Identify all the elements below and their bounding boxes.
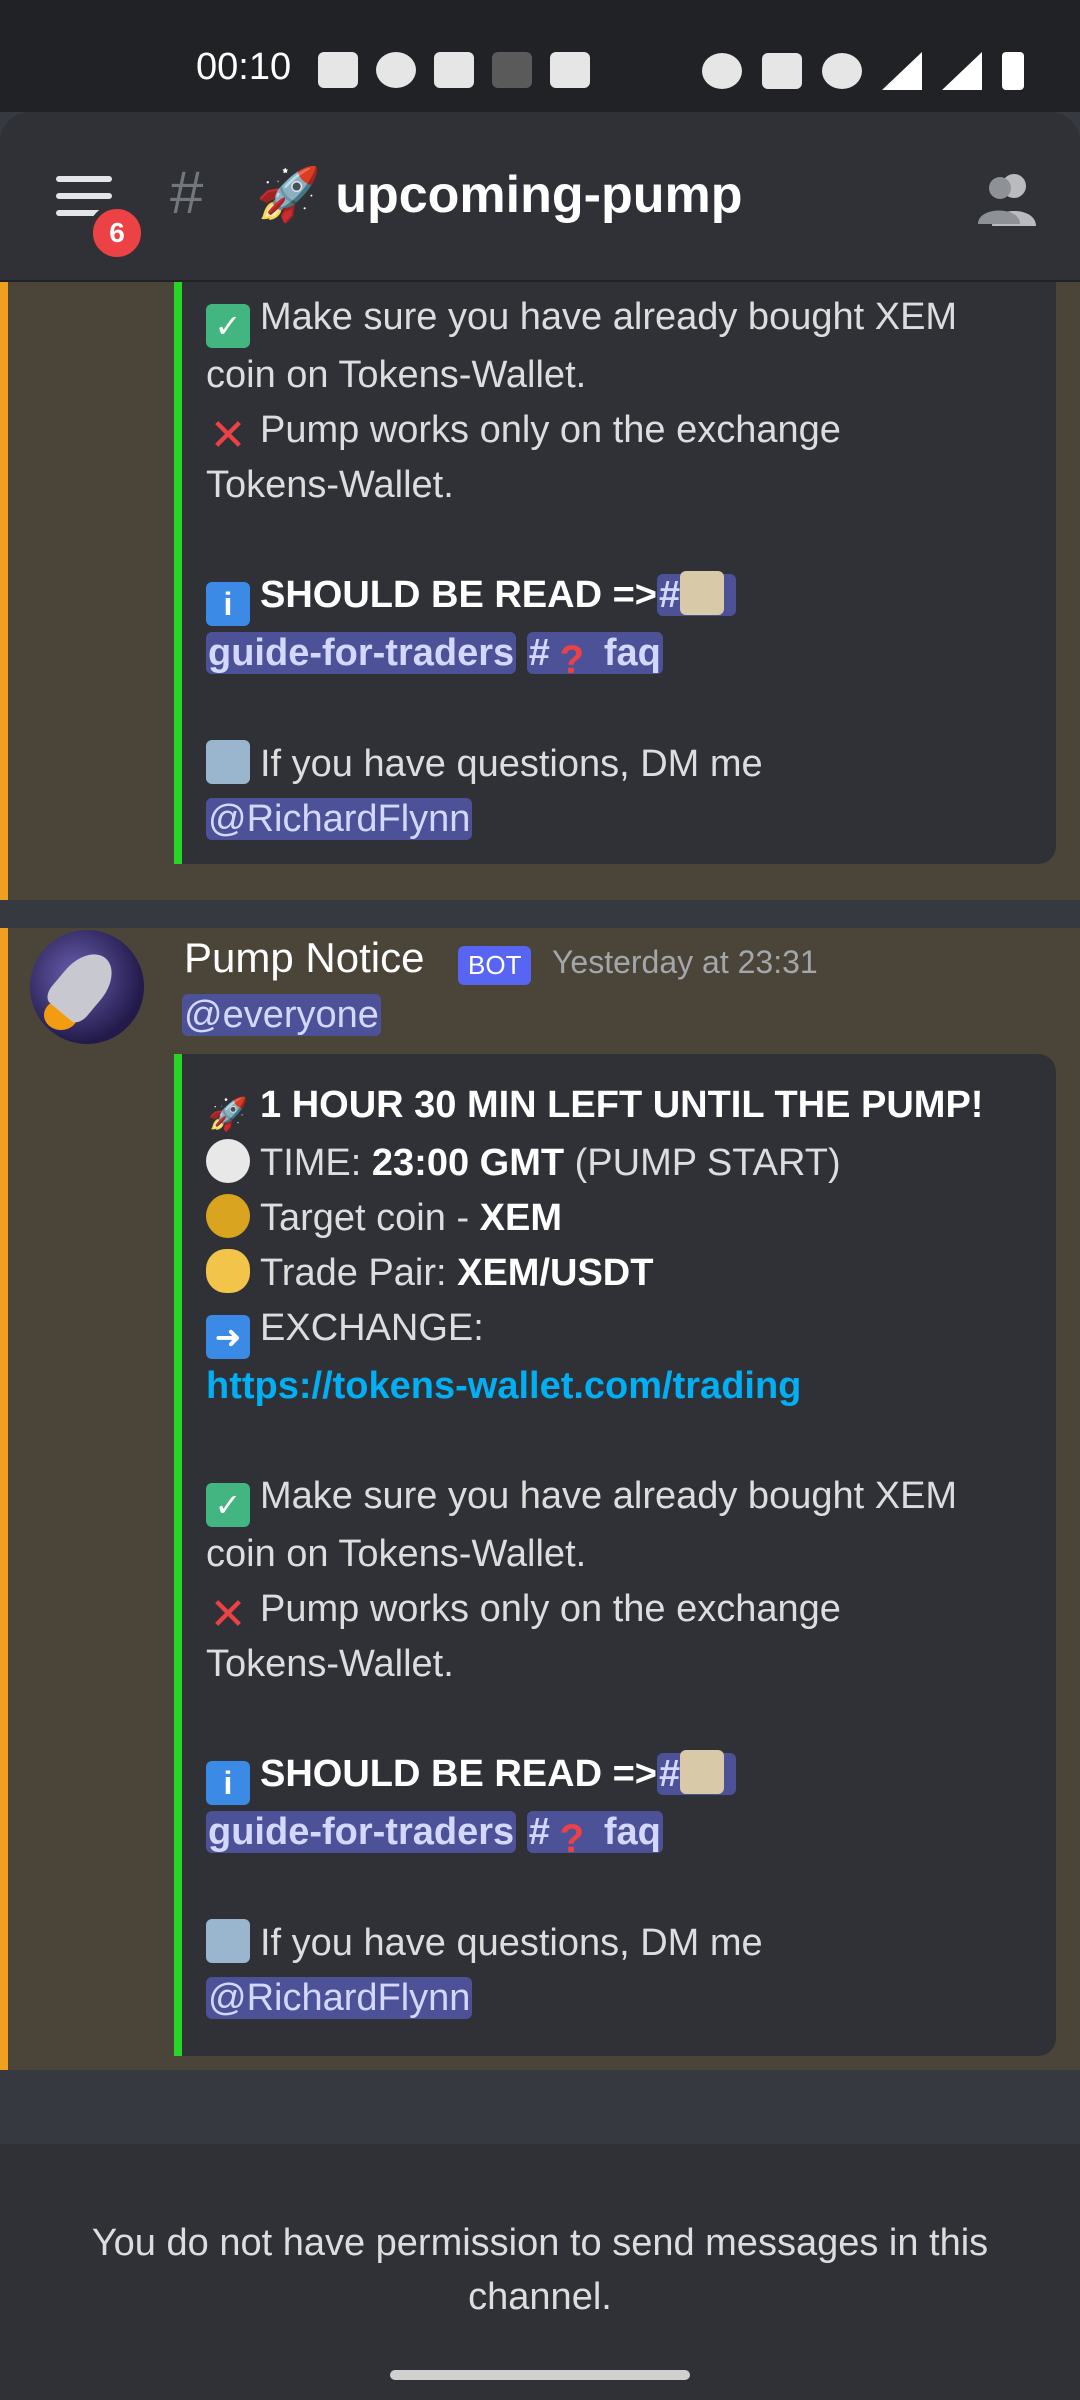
guide-channel-link[interactable]: guide-for-traders [206,1811,517,1853]
info-icon: i [206,582,250,626]
embed-line: ✕ Pump works only on the exchange [206,403,1032,458]
faq-channel-link[interactable]: #? faq [526,1811,663,1861]
embed-line: @RichardFlynn [206,792,1032,847]
username[interactable]: Pump Notice [184,934,424,982]
embed-line: @RichardFlynn [206,1971,1032,2026]
inbox-icon [206,740,250,784]
menu-icon-line [56,193,112,199]
members-icon[interactable] [976,170,1040,226]
twitter-icon [434,52,474,88]
embed-line: guide-for-traders #? faq [206,1805,1032,1861]
menu-icon-line [56,176,112,182]
home-indicator[interactable] [390,2370,690,2380]
embed-line: If you have questions, DM me [206,1916,1032,1971]
clipboard-icon [680,1750,725,1794]
user-mention[interactable]: @RichardFlynn [206,1977,473,2019]
embed-line: Tokens-Wallet. [206,1643,454,1685]
channel-mention-hash[interactable]: # [656,1750,737,1795]
embed-line: i SHOULD BE READ =># [206,568,1032,626]
embed-line: Tokens-Wallet. [206,464,454,506]
no-permission-notice: You do not have permission to send messa… [91,2222,989,2318]
signal-icon-1 [882,52,922,90]
embed-line: ✓ Make sure you have already bought XEM [206,290,1032,348]
rocket-icon: 🚀 [208,1096,248,1132]
status-bar: 00:10 [0,0,1080,112]
check-icon: ✓ [206,304,250,348]
embed-line: coin on Tokens-Wallet. [206,1533,587,1575]
question-icon: ? [559,638,585,682]
message-item[interactable]: ✓ Make sure you have already bought XEM c… [0,250,1080,900]
app-icon [492,52,532,88]
message-list: ✓ Make sure you have already bought XEM c… [0,250,1080,2070]
inbox-icon [206,1919,250,1963]
exchange-link[interactable]: https://tokens-wallet.com/trading [206,1365,801,1407]
channel-hash-icon: # [170,159,204,226]
channel-header: 6 # 🚀 upcoming-pump [0,112,1080,280]
battery-icon [1002,52,1024,90]
message-embed: 🚀 1 HOUR 30 MIN LEFT UNTIL THE PUMP! TIME… [174,1054,1056,2056]
cross-icon: ✕ [209,1590,247,1639]
channel-name: upcoming-pump [335,166,743,224]
status-time: 00:10 [196,46,292,88]
channel-mention-hash[interactable]: # [656,571,737,616]
message-timestamp: Yesterday at 23:31 [552,944,818,980]
message-item[interactable]: Pump Notice BOT Yesterday at 23:31 @ever… [0,928,1080,2070]
embed-line: Trade Pair: XEM/USDT [206,1246,1032,1301]
faq-channel-link[interactable]: #? faq [526,632,663,682]
message-embed: ✓ Make sure you have already bought XEM c… [174,250,1056,864]
embed-line: Target coin - XEM [206,1191,1032,1246]
embed-line: If you have questions, DM me [206,737,1032,792]
notification-icons [318,52,590,88]
embed-headline: 🚀 1 HOUR 30 MIN LEFT UNTIL THE PUMP! [206,1078,1032,1136]
embed-line: i SHOULD BE READ =># [206,1747,1032,1805]
clock-icon [206,1139,250,1183]
check-icon: ✓ [206,1483,250,1527]
system-icons [702,52,1024,90]
guide-channel-link[interactable]: guide-for-traders [206,632,517,674]
embed-line: https://tokens-wallet.com/trading [206,1359,1032,1414]
embed-line: TIME: 23:00 GMT (PUMP START) [206,1136,1032,1191]
bot-badge: BOT [458,946,532,985]
wifi-icon [822,53,862,89]
embed-line: coin on Tokens-Wallet. [206,354,587,396]
coin-icon [206,1194,250,1238]
chat-footer: You do not have permission to send messa… [0,2144,1080,2400]
channel-title: 🚀 upcoming-pump [256,164,742,225]
pointing-hand-icon [206,1249,250,1293]
embed-line: ✕ Pump works only on the exchange [206,1582,1032,1637]
cross-icon: ✕ [209,411,247,460]
news-icon [318,52,358,88]
clipboard-icon [680,571,725,615]
rocket-icon: 🚀 [256,166,321,224]
nfc-icon [762,53,802,89]
app-notification-icon [376,52,416,88]
everyone-mention: @everyone [182,994,381,1036]
notification-badge: 6 [88,204,146,262]
question-icon: ? [559,1817,585,1861]
gmail-icon [550,52,590,88]
embed-line: ✓ Make sure you have already bought XEM [206,1469,1032,1527]
avatar[interactable] [30,930,144,1044]
embed-line: ➜ EXCHANGE: [206,1301,1032,1359]
user-mention[interactable]: @RichardFlynn [206,798,473,840]
app-frame: 6 # 🚀 upcoming-pump ✓ Make sure you have … [0,112,1080,2400]
signal-icon-2 [942,52,982,90]
arrow-right-icon: ➜ [206,1315,250,1359]
alarm-icon [702,53,742,89]
info-icon: i [206,1761,250,1805]
embed-line: guide-for-traders #? faq [206,626,1032,682]
